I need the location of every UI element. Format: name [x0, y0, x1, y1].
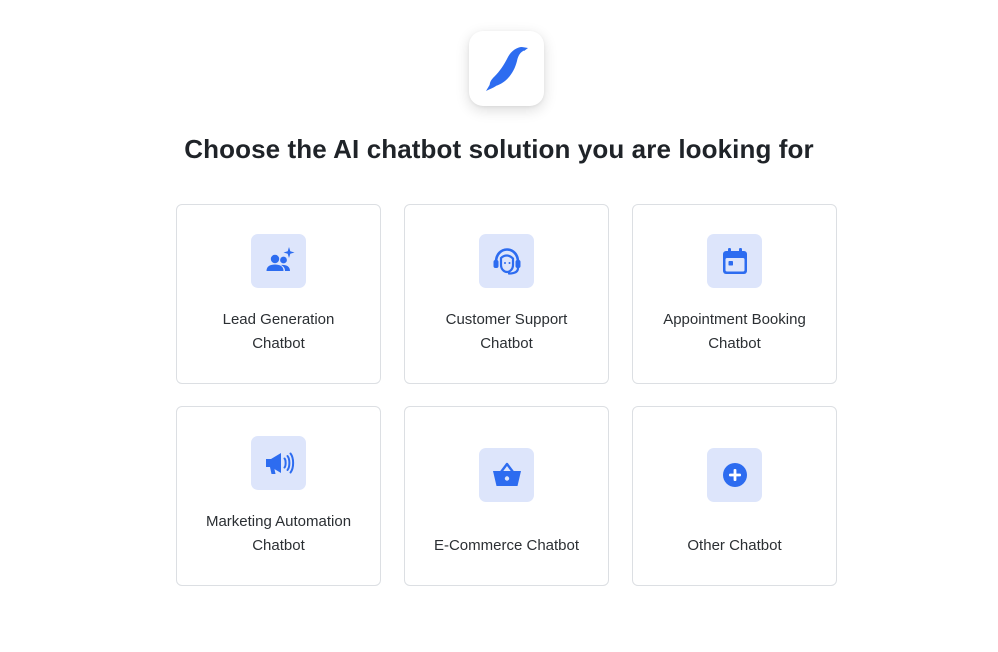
headset-agent-icon [493, 248, 520, 275]
option-icon-tile [479, 448, 534, 502]
chatbot-options-grid: Lead Generation Chatbot Customer Support [176, 204, 837, 586]
option-label-line1: Customer Support [445, 311, 568, 328]
option-label-line2: Chatbot [480, 335, 533, 352]
option-card-e-commerce[interactable]: E-Commerce Chatbot [404, 406, 609, 586]
option-label-line1: Lead Generation [222, 311, 335, 328]
users-sparkle-icon [266, 247, 294, 271]
option-label: Lead Generation Chatbot [189, 308, 369, 356]
option-label-line1: E-Commerce Chatbot [433, 537, 580, 554]
chatbot-selection-page: Choose the AI chatbot solution you are l… [0, 0, 998, 652]
option-icon-tile [707, 448, 762, 502]
option-card-marketing-automation[interactable]: Marketing Automation Chatbot [176, 406, 381, 586]
option-label-line2: Chatbot [252, 335, 305, 352]
option-label: E-Commerce Chatbot [417, 534, 597, 558]
option-label-line1: Other Chatbot [687, 537, 782, 554]
option-label: Customer Support Chatbot [417, 308, 597, 356]
megaphone-icon [265, 452, 294, 474]
plus-circle-icon [722, 463, 747, 487]
option-label-line2: Chatbot [708, 335, 761, 352]
option-card-appointment-booking[interactable]: Appointment Booking Chatbot [632, 204, 837, 384]
option-icon-tile [251, 234, 306, 288]
option-icon-tile [479, 234, 534, 288]
option-label-line1: Appointment Booking [663, 311, 806, 328]
option-card-other[interactable]: Other Chatbot [632, 406, 837, 586]
option-label: Appointment Booking Chatbot [645, 308, 825, 356]
option-icon-tile [251, 436, 306, 490]
option-card-lead-generation[interactable]: Lead Generation Chatbot [176, 204, 381, 384]
shopping-basket-icon [492, 462, 521, 486]
option-icon-tile [707, 234, 762, 288]
calendar-icon [722, 248, 747, 274]
option-label-line1: Marketing Automation [205, 513, 352, 530]
option-label: Other Chatbot [645, 534, 825, 558]
bird-logo-icon [485, 46, 528, 91]
option-card-customer-support[interactable]: Customer Support Chatbot [404, 204, 609, 384]
brand-logo [469, 31, 544, 106]
option-label: Marketing Automation Chatbot [189, 510, 369, 558]
page-title: Choose the AI chatbot solution you are l… [184, 134, 814, 164]
option-label-line2: Chatbot [252, 537, 305, 554]
